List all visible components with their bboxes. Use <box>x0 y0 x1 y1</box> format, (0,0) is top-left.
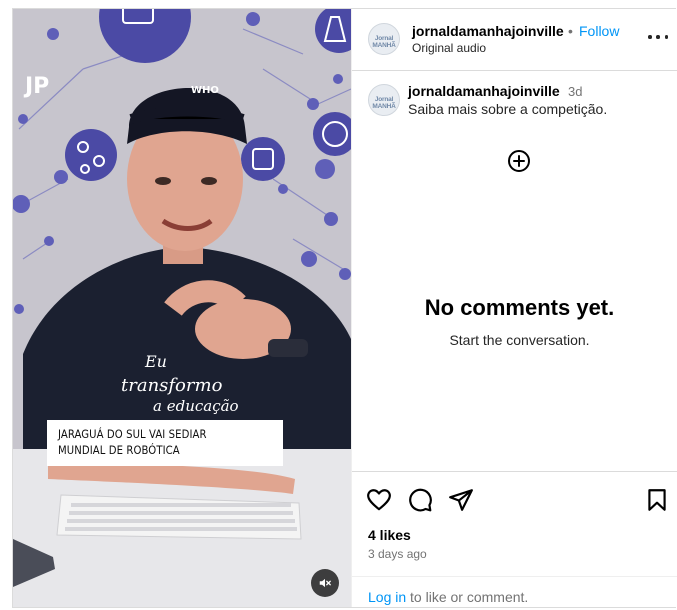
add-circle-icon[interactable] <box>507 149 531 173</box>
author-avatar[interactable]: Jornal MANHÃ <box>368 23 400 55</box>
caption-timestamp[interactable]: 3d <box>568 84 582 99</box>
channel-logo-icon: JP <box>23 74 49 99</box>
caption-avatar[interactable]: Jornal MANHÃ <box>368 84 400 116</box>
post-age[interactable]: 3 days ago <box>368 547 427 561</box>
video-player[interactable]: WHO Eu transformo a educação JP JARAGUÁ … <box>13 9 351 607</box>
share-icon[interactable] <box>448 487 474 513</box>
video-headline-line1: JARAGUÁ DO SUL VAI SEDIAR <box>58 428 207 441</box>
more-options-icon <box>648 35 652 39</box>
side-panel: Jornal MANHÃ jornaldamanhajoinville • Fo… <box>351 9 677 607</box>
bookmark-icon[interactable] <box>644 487 670 513</box>
post-dialog: WHO Eu transformo a educação JP JARAGUÁ … <box>12 8 677 608</box>
post-header: Jornal MANHÃ jornaldamanhajoinville • Fo… <box>352 9 677 71</box>
caption-username[interactable]: jornaldamanhajoinville <box>408 83 560 99</box>
comment-icon[interactable] <box>407 487 433 513</box>
no-comments-title: No comments yet. <box>424 295 615 320</box>
caption-text: Saiba mais sobre a competição. <box>408 101 608 117</box>
audio-label[interactable]: Original audio <box>412 41 486 55</box>
action-bar: 4 likes 3 days ago Log in to like or com… <box>352 471 677 607</box>
header-separator: • <box>568 23 573 39</box>
hat-logo-text: WHO <box>191 85 219 96</box>
shirt-text-2: transformo <box>121 375 223 396</box>
login-link[interactable]: Log in <box>368 589 406 605</box>
more-options-button[interactable] <box>648 27 668 47</box>
muted-speaker-icon <box>319 578 331 588</box>
video-headline-caption: JARAGUÁ DO SUL VAI SEDIAR MUNDIAL DE ROB… <box>47 420 283 466</box>
login-prompt-text: to like or comment. <box>406 589 529 605</box>
svg-text:JP: JP <box>23 74 49 99</box>
mute-button[interactable] <box>311 569 339 597</box>
no-comments-subtitle: Start the conversation. <box>449 332 590 348</box>
author-username[interactable]: jornaldamanhajoinville <box>412 23 564 39</box>
likes-count[interactable]: 4 likes <box>368 527 411 543</box>
video-headline-line2: MUNDIAL DE ROBÓTICA <box>58 444 180 457</box>
login-prompt: Log in to like or comment. <box>352 576 677 605</box>
follow-button[interactable]: Follow <box>579 23 619 39</box>
shirt-text-3: a educação <box>153 397 239 415</box>
shirt-text-1: Eu <box>144 352 167 371</box>
heart-icon[interactable] <box>366 487 392 513</box>
